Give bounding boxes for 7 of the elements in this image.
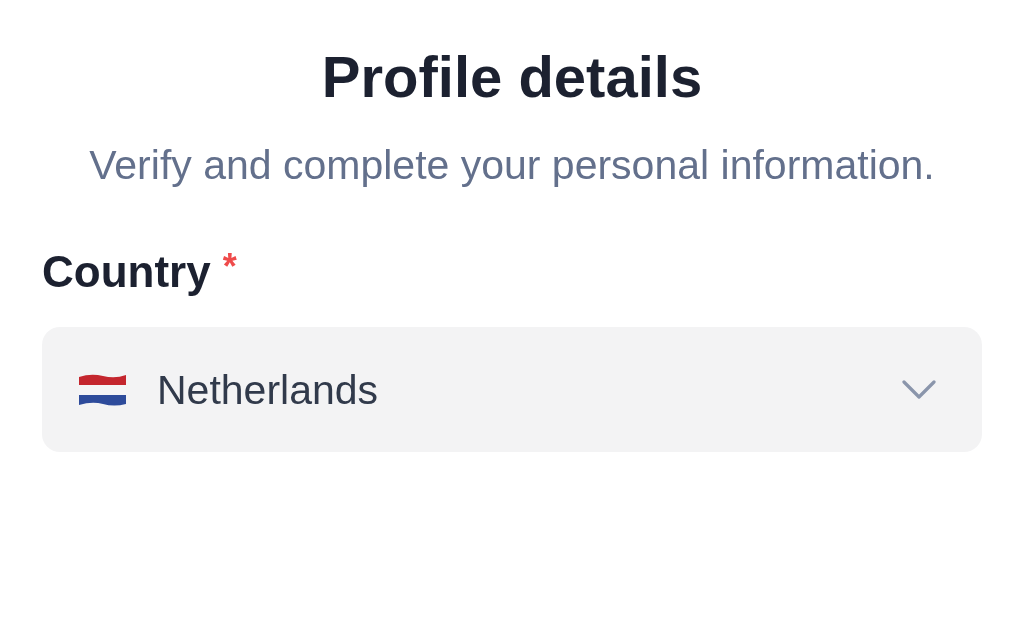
country-select[interactable]: Netherlands	[42, 327, 982, 452]
required-asterisk: *	[222, 245, 237, 289]
page-title: Profile details	[321, 43, 703, 111]
field-label: Country	[42, 246, 211, 298]
chevron-down-icon	[902, 380, 936, 399]
flag-icon	[79, 372, 126, 407]
page-subtitle: Verify and complete your personal information.	[89, 141, 935, 190]
